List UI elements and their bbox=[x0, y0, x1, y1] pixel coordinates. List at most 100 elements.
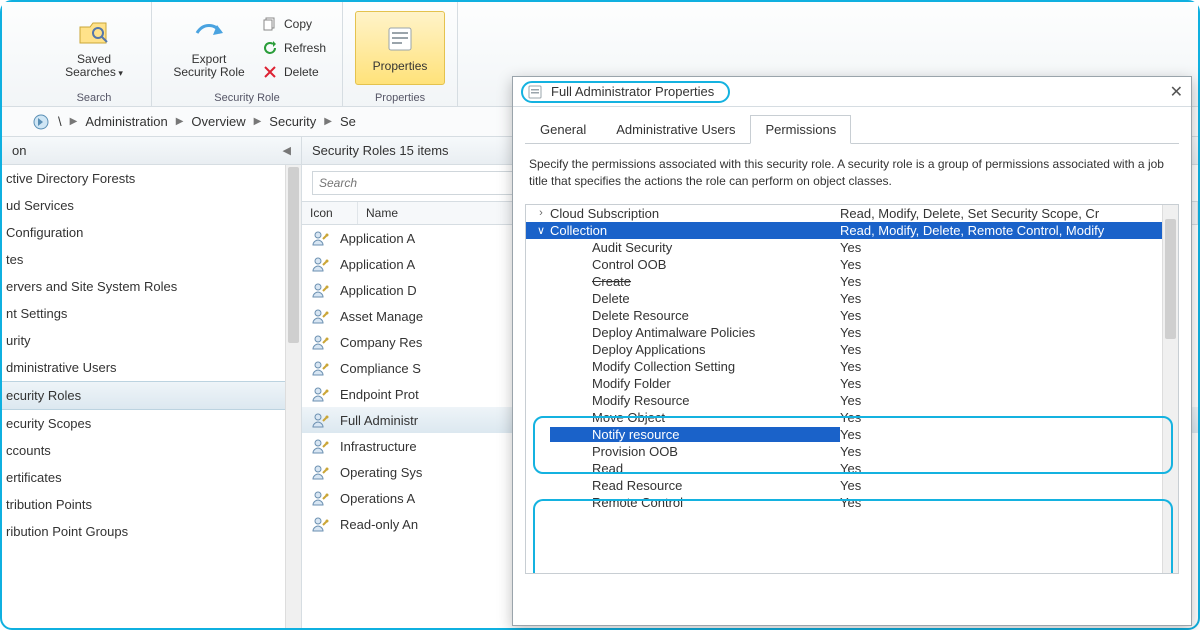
security-role-icon bbox=[310, 254, 330, 274]
permission-row[interactable]: Delete ResourceYes bbox=[526, 307, 1178, 324]
nav-item[interactable]: ud Services bbox=[2, 192, 301, 219]
permission-row[interactable]: Notify resourceYes bbox=[526, 426, 1178, 443]
saved-searches-button[interactable]: Saved Searches bbox=[49, 11, 139, 85]
permission-row[interactable]: Deploy ApplicationsYes bbox=[526, 341, 1178, 358]
permission-row[interactable]: ReadYes bbox=[526, 460, 1178, 477]
expand-icon[interactable]: ∨ bbox=[532, 224, 550, 237]
role-name: Company Res bbox=[340, 335, 422, 350]
chevron-right-icon: ▶ bbox=[324, 116, 332, 127]
permission-row[interactable]: Modify Collection SettingYes bbox=[526, 358, 1178, 375]
role-name: Asset Manage bbox=[340, 309, 423, 324]
breadcrumb-seg-1[interactable]: Administration bbox=[85, 114, 167, 129]
role-name: Operations A bbox=[340, 491, 415, 506]
permission-group-row[interactable]: ›Cloud SubscriptionRead, Modify, Delete,… bbox=[526, 205, 1178, 222]
chevron-right-icon: ▶ bbox=[254, 116, 262, 127]
tab-general[interactable]: General bbox=[525, 115, 601, 144]
permission-row[interactable]: Control OOBYes bbox=[526, 256, 1178, 273]
breadcrumb-seg-2[interactable]: Overview bbox=[191, 114, 245, 129]
nav-item[interactable]: ctive Directory Forests bbox=[2, 165, 301, 192]
chevron-right-icon: ▶ bbox=[176, 116, 184, 127]
permission-row[interactable]: Provision OOBYes bbox=[526, 443, 1178, 460]
properties-label: Properties bbox=[373, 59, 428, 73]
role-name: Infrastructure bbox=[340, 439, 417, 454]
permission-row[interactable]: Modify FolderYes bbox=[526, 375, 1178, 392]
permission-value: Read, Modify, Delete, Set Security Scope… bbox=[840, 206, 1172, 221]
nav-item[interactable]: tribution Points bbox=[2, 491, 301, 518]
scrollbar[interactable] bbox=[285, 165, 301, 628]
export-label: Export Security Role bbox=[173, 53, 244, 79]
security-role-icon bbox=[310, 384, 330, 404]
permission-value: Yes bbox=[840, 308, 1172, 323]
nav-item[interactable]: ervers and Site System Roles bbox=[2, 273, 301, 300]
breadcrumb-nav-icon[interactable] bbox=[32, 113, 50, 131]
delete-label: Delete bbox=[284, 65, 319, 79]
permission-value: Yes bbox=[840, 240, 1172, 255]
scrollbar[interactable] bbox=[1162, 205, 1178, 573]
tab-permissions[interactable]: Permissions bbox=[750, 115, 851, 144]
permission-value: Yes bbox=[840, 257, 1172, 272]
role-name: Application A bbox=[340, 231, 415, 246]
role-name: Endpoint Prot bbox=[340, 387, 419, 402]
nav-item[interactable]: urity bbox=[2, 327, 301, 354]
permission-group-row[interactable]: ∨CollectionRead, Modify, Delete, Remote … bbox=[526, 222, 1178, 239]
collapse-left-icon[interactable]: ◀ bbox=[283, 144, 291, 157]
permission-row[interactable]: DeleteYes bbox=[526, 290, 1178, 307]
permission-row[interactable]: Read ResourceYes bbox=[526, 477, 1178, 494]
breadcrumb-seg-4[interactable]: Se bbox=[340, 114, 356, 129]
nav-item[interactable]: dministrative Users bbox=[2, 354, 301, 381]
dialog-titlebar[interactable]: Full Administrator Properties ✕ bbox=[513, 77, 1191, 107]
permission-name: Deploy Antimalware Policies bbox=[550, 325, 840, 340]
refresh-button[interactable]: Refresh bbox=[258, 38, 330, 58]
breadcrumb-seg-3[interactable]: Security bbox=[269, 114, 316, 129]
nav-tree: on ◀ ctive Directory Forestsud Services … bbox=[2, 137, 302, 628]
dialog-title: Full Administrator Properties bbox=[551, 84, 714, 99]
permission-value: Yes bbox=[840, 376, 1172, 391]
permission-value: Yes bbox=[840, 342, 1172, 357]
permissions-list[interactable]: ›Cloud SubscriptionRead, Modify, Delete,… bbox=[525, 204, 1179, 574]
ribbon-group-label-props: Properties bbox=[375, 90, 425, 104]
expand-icon[interactable]: › bbox=[532, 207, 550, 219]
role-name: Full Administr bbox=[340, 413, 418, 428]
permission-row[interactable]: Remote ControlYes bbox=[526, 494, 1178, 511]
ribbon-group-security-role: Export Security Role Copy Refresh Delete… bbox=[152, 2, 343, 106]
nav-item[interactable]: tes bbox=[2, 246, 301, 273]
permission-value: Yes bbox=[840, 325, 1172, 340]
permission-name: Deploy Applications bbox=[550, 342, 840, 357]
permission-row[interactable]: Move ObjectYes bbox=[526, 409, 1178, 426]
security-role-icon bbox=[310, 436, 330, 456]
delete-button[interactable]: Delete bbox=[258, 62, 330, 82]
nav-item[interactable]: nt Settings bbox=[2, 300, 301, 327]
permission-row[interactable]: Audit SecurityYes bbox=[526, 239, 1178, 256]
nav-item[interactable]: Configuration bbox=[2, 219, 301, 246]
permission-row[interactable]: Modify ResourceYes bbox=[526, 392, 1178, 409]
nav-item[interactable]: ertificates bbox=[2, 464, 301, 491]
permission-name: Remote Control bbox=[550, 495, 840, 510]
saved-searches-label: Saved Searches bbox=[65, 53, 123, 79]
permission-value: Yes bbox=[840, 427, 1172, 442]
nav-item[interactable]: ecurity Scopes bbox=[2, 410, 301, 437]
permission-name: Control OOB bbox=[550, 257, 840, 272]
permission-value: Yes bbox=[840, 461, 1172, 476]
security-role-icon bbox=[310, 306, 330, 326]
permission-name: Provision OOB bbox=[550, 444, 840, 459]
export-security-role-button[interactable]: Export Security Role bbox=[164, 11, 254, 85]
breadcrumb-seg-0[interactable]: \ bbox=[58, 114, 62, 129]
close-icon[interactable]: ✕ bbox=[1170, 82, 1183, 102]
nav-header: on ◀ bbox=[2, 137, 301, 165]
ribbon-group-properties: Properties Properties bbox=[343, 2, 458, 106]
tab-admin-users[interactable]: Administrative Users bbox=[601, 115, 750, 144]
permission-row[interactable]: CreateYes bbox=[526, 273, 1178, 290]
security-role-icon bbox=[310, 358, 330, 378]
properties-dialog: Full Administrator Properties ✕ General … bbox=[512, 76, 1192, 626]
permission-name: Collection bbox=[550, 223, 840, 238]
nav-item[interactable]: ribution Point Groups bbox=[2, 518, 301, 545]
copy-icon bbox=[262, 16, 278, 32]
permission-name: Cloud Subscription bbox=[550, 206, 840, 221]
copy-button[interactable]: Copy bbox=[258, 14, 330, 34]
properties-button[interactable]: Properties bbox=[355, 11, 445, 85]
column-icon[interactable]: Icon bbox=[302, 202, 358, 224]
copy-label: Copy bbox=[284, 17, 312, 31]
nav-item[interactable]: ecurity Roles bbox=[2, 381, 301, 410]
nav-item[interactable]: ccounts bbox=[2, 437, 301, 464]
permission-row[interactable]: Deploy Antimalware PoliciesYes bbox=[526, 324, 1178, 341]
